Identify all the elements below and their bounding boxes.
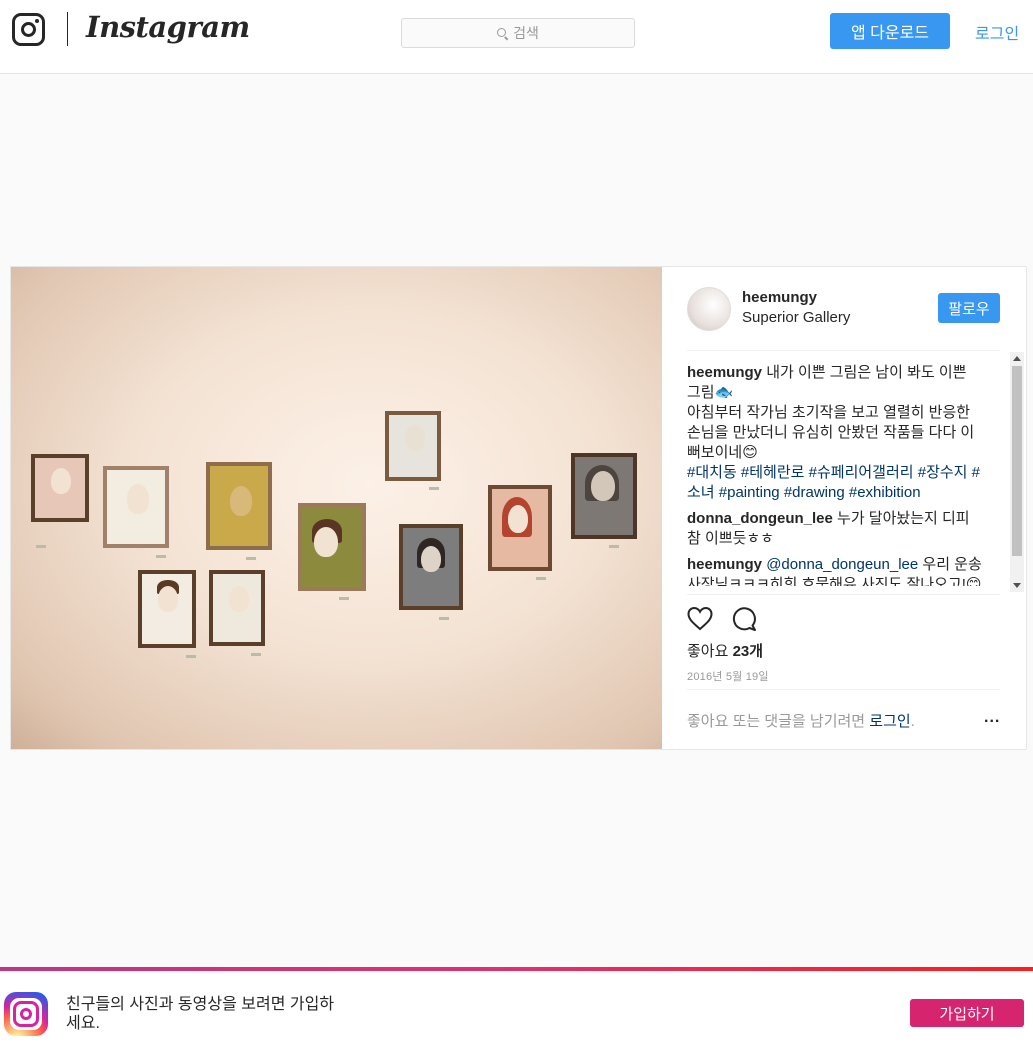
- instagram-wordmark[interactable]: Instagram: [86, 10, 250, 44]
- likes-label: 좋아요: [687, 643, 729, 660]
- comment-username[interactable]: heemungy: [687, 556, 762, 573]
- comment-mention[interactable]: @donna_dongeun_lee: [766, 556, 918, 573]
- comment-item: heemungy 내가 이쁜 그림은 남이 봐도 이쁜 그림🐟 아침부터 작가님…: [687, 363, 983, 503]
- likes-count[interactable]: 좋아요 23개: [687, 640, 763, 661]
- top-header: Instagram 검색 앱 다운로드 로그인: [0, 0, 1033, 74]
- login-prompt-suffix: .: [910, 713, 915, 730]
- likes-number: 23개: [732, 643, 764, 660]
- login-prompt-text: 좋아요 또는 댓글을 남기려면: [687, 713, 866, 730]
- avatar[interactable]: [687, 287, 731, 331]
- divider: [687, 689, 1000, 690]
- more-icon[interactable]: ...: [984, 709, 1000, 727]
- header-divider: [67, 12, 68, 46]
- post-date: 2016년 5월 19일: [687, 671, 769, 683]
- artwork-label: [251, 653, 261, 656]
- login-prompt-link[interactable]: 로그인: [869, 713, 910, 730]
- comments-scrollbar[interactable]: [1010, 352, 1024, 592]
- artwork-frame: [298, 503, 366, 591]
- artwork-label: [246, 557, 256, 560]
- artwork-label: [429, 487, 439, 490]
- comment-item: donna_dongeun_lee 누가 달아놨는지 디피 참 이쁘듯ㅎㅎ: [687, 509, 983, 549]
- artwork-frame: [571, 453, 637, 539]
- artwork-frame: [103, 466, 169, 548]
- divider: [687, 350, 1000, 351]
- post-sidebar: heemungy Superior Gallery 팔로우 heemungy 내…: [662, 267, 1027, 749]
- artwork-label: [439, 617, 449, 620]
- signup-button[interactable]: 가입하기: [910, 999, 1024, 1027]
- post-card: heemungy Superior Gallery 팔로우 heemungy 내…: [10, 266, 1027, 750]
- scrollbar-thumb[interactable]: [1012, 366, 1022, 556]
- follow-button[interactable]: 팔로우: [938, 293, 1000, 323]
- comment-item: heemungy @donna_dongeun_lee 우리 운송사장님ㅋㅋㅋ히…: [687, 555, 983, 586]
- post-photo[interactable]: [11, 267, 662, 749]
- signup-banner-text: 친구들의 사진과 동영상을 보려면 가입하세요.: [66, 996, 335, 1032]
- post-location[interactable]: Superior Gallery: [742, 309, 850, 326]
- instagram-glyph-icon[interactable]: [12, 13, 45, 46]
- heart-icon[interactable]: [687, 606, 713, 632]
- artwork-label: [156, 555, 166, 558]
- divider: [687, 594, 1000, 595]
- search-icon: [497, 27, 508, 39]
- post-username[interactable]: heemungy: [742, 289, 817, 306]
- artwork-frame: [138, 570, 196, 648]
- instagram-app-icon: [4, 992, 48, 1036]
- artwork-frame: [206, 462, 272, 550]
- artwork-label: [536, 577, 546, 580]
- artwork-label: [36, 545, 46, 548]
- comment-username[interactable]: heemungy: [687, 364, 762, 381]
- artwork-frame: [385, 411, 441, 481]
- comments-list[interactable]: heemungy 내가 이쁜 그림은 남이 봐도 이쁜 그림🐟 아침부터 작가님…: [687, 363, 983, 586]
- comment-hashtags[interactable]: #대치동 #테헤란로 #슈페리어갤러리 #장수지 #소녀 #painting #…: [687, 464, 980, 501]
- artwork-frame: [488, 485, 552, 571]
- login-prompt: 좋아요 또는 댓글을 남기려면 로그인.: [687, 710, 915, 731]
- artwork-frame: [209, 570, 265, 646]
- artwork-label: [339, 597, 349, 600]
- artwork-label: [609, 545, 619, 548]
- artwork-frame: [399, 524, 463, 610]
- login-link[interactable]: 로그인: [975, 20, 1019, 44]
- comment-username[interactable]: donna_dongeun_lee: [687, 510, 833, 527]
- search-input[interactable]: 검색: [401, 18, 635, 48]
- download-app-button[interactable]: 앱 다운로드: [830, 13, 950, 49]
- signup-banner: 친구들의 사진과 동영상을 보려면 가입하세요. 가입하기: [0, 971, 1033, 1054]
- scroll-down-arrow-icon[interactable]: [1013, 583, 1021, 588]
- comment-icon[interactable]: [731, 606, 757, 632]
- search-placeholder: 검색: [513, 25, 539, 41]
- artwork-frame: [31, 454, 89, 522]
- action-icons: [687, 606, 757, 632]
- scroll-up-arrow-icon[interactable]: [1013, 356, 1021, 361]
- artwork-label: [186, 655, 196, 658]
